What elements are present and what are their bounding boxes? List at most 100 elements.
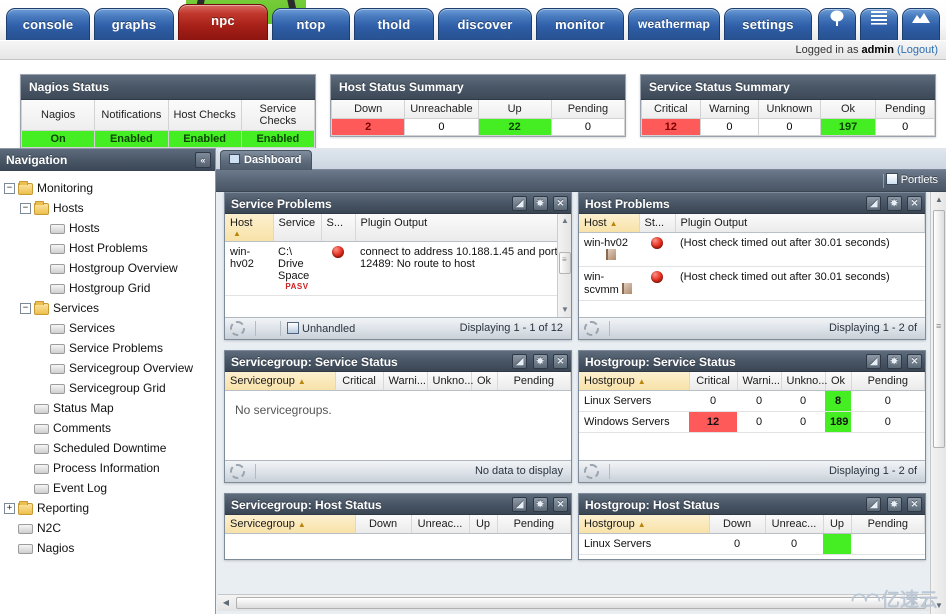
col-pending[interactable]: Pending xyxy=(851,372,925,391)
scroll-thumb[interactable] xyxy=(236,597,926,609)
scroll-thumb[interactable] xyxy=(559,252,571,274)
col-servicegroup[interactable]: Servicegroup▲ xyxy=(225,515,355,534)
close-icon[interactable]: ✕ xyxy=(907,196,922,211)
col-plugin-output[interactable]: Plugin Output xyxy=(355,214,571,242)
nav-item-process-information[interactable]: Process Information xyxy=(4,458,211,478)
collapse-icon[interactable]: ◢ xyxy=(512,354,527,369)
collapse-icon[interactable]: − xyxy=(4,183,15,194)
nav-item-monitoring[interactable]: −Monitoring xyxy=(4,178,211,198)
collapse-icon[interactable]: ◢ xyxy=(866,196,881,211)
col-plugin-output[interactable]: Plugin Output xyxy=(675,214,925,233)
expand-icon[interactable]: + xyxy=(4,503,15,514)
nav-item-servicegroup-grid[interactable]: Servicegroup Grid xyxy=(4,378,211,398)
tab-dashboard[interactable]: Dashboard xyxy=(220,150,312,170)
refresh-icon[interactable] xyxy=(230,321,245,336)
nav-item-n2c[interactable]: N2C xyxy=(4,518,211,538)
gear-icon[interactable]: ✸ xyxy=(887,354,902,369)
nav-item-hostgroup-grid[interactable]: Hostgroup Grid xyxy=(4,278,211,298)
col-hostgroup[interactable]: Hostgroup▲ xyxy=(579,515,709,534)
col-unknown[interactable]: Unkno... xyxy=(781,372,825,391)
col-down[interactable]: Down xyxy=(709,515,765,534)
gear-icon[interactable]: ✸ xyxy=(533,196,548,211)
col-status[interactable]: St... xyxy=(639,214,675,233)
tab-settings[interactable]: settings xyxy=(724,8,812,40)
col-unreachable[interactable]: Unreac... xyxy=(411,515,469,534)
col-up[interactable]: Up xyxy=(823,515,851,534)
scroll-left-icon[interactable]: ◀ xyxy=(220,597,232,609)
collapse-icon[interactable]: − xyxy=(20,303,31,314)
tab-graphs[interactable]: graphs xyxy=(94,8,174,40)
page-vertical-scrollbar[interactable]: ▲ ▼ xyxy=(930,192,946,614)
close-icon[interactable]: ✕ xyxy=(907,497,922,512)
page-horizontal-scrollbar[interactable]: ◀ xyxy=(218,594,930,611)
nav-item-service-problems[interactable]: Service Problems xyxy=(4,338,211,358)
close-icon[interactable]: ✕ xyxy=(553,196,568,211)
scroll-up-icon[interactable]: ▲ xyxy=(933,194,945,206)
gear-icon[interactable]: ✸ xyxy=(533,354,548,369)
tab-thold[interactable]: thold xyxy=(354,8,434,40)
gear-icon[interactable]: ✸ xyxy=(533,497,548,512)
scroll-up-icon[interactable]: ▲ xyxy=(559,215,571,227)
col-status[interactable]: S... xyxy=(321,214,355,242)
unhandled-filter-button[interactable]: Unhandled xyxy=(287,320,355,339)
collapse-icon[interactable]: − xyxy=(20,203,31,214)
nav-item-event-log[interactable]: Event Log xyxy=(4,478,211,498)
nav-item-services[interactable]: Services xyxy=(4,318,211,338)
nav-item-comments[interactable]: Comments xyxy=(4,418,211,438)
collapse-icon[interactable]: ◢ xyxy=(866,354,881,369)
nav-item-servicegroup-overview[interactable]: Servicegroup Overview xyxy=(4,358,211,378)
nav-item-status-map[interactable]: Status Map xyxy=(4,398,211,418)
col-warning[interactable]: Warni... xyxy=(737,372,781,391)
nav-item-nagios[interactable]: Nagios xyxy=(4,538,211,558)
col-host[interactable]: Host▲ xyxy=(579,214,639,233)
tab-weathermap[interactable]: weathermap xyxy=(628,8,720,40)
tab-discover[interactable]: discover xyxy=(438,8,532,40)
nav-item-hosts[interactable]: Hosts xyxy=(4,218,211,238)
scroll-thumb[interactable] xyxy=(933,210,945,448)
table-row[interactable]: Windows Servers 12 0 0 189 0 xyxy=(579,412,925,433)
panel-vertical-scrollbar[interactable]: ▲ ▼ xyxy=(557,214,571,317)
nav-item-hostgroup-overview[interactable]: Hostgroup Overview xyxy=(4,258,211,278)
table-row[interactable]: win-hv02 (Host check timed out after 30.… xyxy=(579,233,925,267)
col-up[interactable]: Up xyxy=(469,515,497,534)
tab-ntop[interactable]: ntop xyxy=(272,8,350,40)
tab-monitor[interactable]: monitor xyxy=(536,8,624,40)
table-row[interactable]: Linux Servers 0 0 xyxy=(579,534,925,555)
close-icon[interactable]: ✕ xyxy=(553,354,568,369)
nav-item-hosts[interactable]: −Hosts xyxy=(4,198,211,218)
col-pending[interactable]: Pending xyxy=(497,372,571,391)
col-down[interactable]: Down xyxy=(355,515,411,534)
close-icon[interactable]: ✕ xyxy=(553,497,568,512)
collapse-icon[interactable]: ◢ xyxy=(512,196,527,211)
scroll-down-icon[interactable]: ▼ xyxy=(559,304,571,316)
col-servicegroup[interactable]: Servicegroup▲ xyxy=(225,372,335,391)
refresh-icon[interactable] xyxy=(230,464,245,479)
list-icon-tab[interactable] xyxy=(860,8,898,40)
table-row[interactable]: Linux Servers 0 0 0 8 0 xyxy=(579,391,925,412)
col-ok[interactable]: Ok xyxy=(825,372,851,391)
scroll-down-icon[interactable]: ▼ xyxy=(933,600,945,612)
col-pending[interactable]: Pending xyxy=(497,515,571,534)
nav-item-services[interactable]: −Services xyxy=(4,298,211,318)
col-pending[interactable]: Pending xyxy=(851,515,925,534)
col-ok[interactable]: Ok xyxy=(471,372,497,391)
navigation-collapse-button[interactable]: « xyxy=(195,152,211,168)
nav-item-reporting[interactable]: +Reporting xyxy=(4,498,211,518)
mountain-chart-icon-tab[interactable] xyxy=(902,8,940,40)
nav-item-host-problems[interactable]: Host Problems xyxy=(4,238,211,258)
col-service[interactable]: Service xyxy=(273,214,321,242)
refresh-icon[interactable] xyxy=(584,464,599,479)
collapse-icon[interactable]: ◢ xyxy=(866,497,881,512)
tab-npc[interactable]: npc xyxy=(178,4,268,40)
collapse-icon[interactable]: ◢ xyxy=(512,497,527,512)
refresh-icon[interactable] xyxy=(584,321,599,336)
col-warning[interactable]: Warni... xyxy=(383,372,427,391)
table-row[interactable]: win-scvmm (Host check timed out after 30… xyxy=(579,267,925,301)
gear-icon[interactable]: ✸ xyxy=(887,497,902,512)
portlets-button[interactable]: Portlets xyxy=(884,172,942,190)
col-host[interactable]: Host▲ xyxy=(225,214,273,242)
table-row[interactable]: win-hv02 C:\ Drive Space PASV connect to… xyxy=(225,242,571,296)
tab-console[interactable]: console xyxy=(6,8,90,40)
gear-icon[interactable]: ✸ xyxy=(887,196,902,211)
nav-item-scheduled-downtime[interactable]: Scheduled Downtime xyxy=(4,438,211,458)
